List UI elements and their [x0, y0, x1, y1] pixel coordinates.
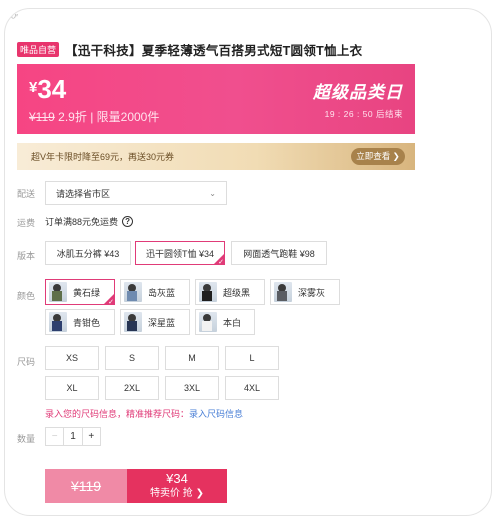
check-icon: ✓: [218, 259, 224, 266]
title-row: 唯品自营 【迅干科技】夏季轻薄透气百搭男式短T圆领T恤上衣: [17, 40, 363, 59]
version-option[interactable]: 冰肌五分裤 ¥43: [45, 241, 131, 265]
product-title: 【迅干科技】夏季轻薄透气百搭男式短T圆领T恤上衣: [65, 44, 363, 58]
version-label: 版本: [17, 251, 36, 261]
shirt-thumbnail: [124, 282, 142, 302]
shirt-thumbnail: [199, 312, 217, 332]
version-option-label: 冰肌五分裤 ¥43: [56, 248, 120, 259]
current-price: ¥34: [29, 74, 66, 105]
buy-label: 特卖价 抢 ❯: [150, 488, 204, 499]
color-option-selected[interactable]: 黄石绿 ✓: [45, 279, 115, 306]
version-option-label: 迅干圆领T恤 ¥34: [145, 248, 214, 259]
color-option-label: 本白: [223, 317, 242, 328]
color-option-label: 青钳色: [73, 317, 101, 328]
shirt-thumbnail: [274, 282, 292, 302]
product-card: ᵁ' 唯品自营 【迅干科技】夏季轻薄透气百搭男式短T圆领T恤上衣 ¥34 ¥11…: [4, 8, 492, 516]
top-mark: ᵁ': [11, 13, 18, 24]
color-option[interactable]: 超级黑: [195, 279, 265, 305]
version-option-selected[interactable]: 迅干圆领T恤 ¥34 ✓: [135, 241, 225, 266]
price-subline: ¥119 2.9折 | 限量2000件: [29, 110, 160, 124]
color-option-label: 深雾灰: [298, 287, 326, 298]
size-option[interactable]: 2XL: [105, 376, 159, 400]
region-placeholder: 请选择省市区: [56, 188, 111, 199]
buy-price: ¥34: [166, 471, 188, 486]
chevron-down-icon: ⌄: [209, 188, 216, 198]
color-option-label: 岛灰蓝: [148, 287, 176, 298]
quantity-stepper: − 1 +: [45, 427, 101, 446]
version-option[interactable]: 网面透气跑鞋 ¥98: [231, 241, 327, 265]
shirt-thumbnail: [199, 282, 217, 302]
color-option[interactable]: 本白: [195, 309, 255, 335]
coupon-bar[interactable]: 超V年卡限时降至69元，再送30元券 立即查看 ❯: [17, 143, 415, 170]
shipping-info: 订单满88元免运费 ?: [45, 215, 134, 228]
size-option[interactable]: XS: [45, 346, 99, 370]
event-title: 超级品类日: [313, 83, 403, 102]
shipping-label: 运费: [17, 218, 36, 228]
original-price-button[interactable]: ¥119: [45, 469, 127, 503]
price-banner: ¥34 ¥119 2.9折 | 限量2000件 超级品类日 19 : 26 : …: [17, 64, 415, 134]
color-option[interactable]: 深雾灰: [270, 279, 340, 305]
size-option[interactable]: 3XL: [165, 376, 219, 400]
view-now-button[interactable]: 立即查看 ❯: [351, 148, 405, 165]
shirt-thumbnail: [49, 282, 67, 302]
region-select[interactable]: 请选择省市区 ⌄: [45, 181, 227, 205]
decrement-button[interactable]: −: [46, 428, 65, 445]
delivery-label: 配送: [17, 189, 36, 199]
color-option-label: 深星蓝: [148, 317, 176, 328]
color-option[interactable]: 深星蓝: [120, 309, 190, 335]
limit-text: 限量2000件: [96, 110, 160, 124]
price-value: 34: [37, 74, 67, 104]
size-recommend-note: 录入您的尺码信息，精准推荐尺码：录入尺码信息: [45, 407, 243, 420]
size-option[interactable]: S: [105, 346, 159, 370]
increment-button[interactable]: +: [81, 428, 100, 445]
enter-size-link[interactable]: 录入尺码信息: [189, 409, 243, 419]
version-option-label: 网面透气跑鞋 ¥98: [243, 248, 315, 259]
shipping-text: 订单满88元免运费: [45, 217, 119, 227]
size-option[interactable]: 4XL: [225, 376, 279, 400]
check-icon: ✓: [108, 299, 114, 306]
size-option[interactable]: L: [225, 346, 279, 370]
self-operated-badge: 唯品自营: [17, 42, 60, 57]
color-option-label: 超级黑: [223, 287, 251, 298]
size-label: 尺码: [17, 357, 36, 367]
size-option[interactable]: XL: [45, 376, 99, 400]
coupon-text: 超V年卡限时降至69元，再送30元券: [31, 152, 175, 162]
size-option[interactable]: M: [165, 346, 219, 370]
color-option[interactable]: 青钳色: [45, 309, 115, 335]
quantity-label: 数量: [17, 434, 36, 444]
quantity-value[interactable]: 1: [64, 428, 81, 445]
help-icon[interactable]: ?: [122, 216, 134, 227]
size-note-text: 录入您的尺码信息，精准推荐尺码：: [45, 409, 190, 419]
discount-text: 2.9折: [58, 110, 87, 124]
color-option-label: 黄石绿: [73, 287, 101, 298]
original-price: ¥119: [29, 110, 55, 124]
countdown-timer: 19 : 26 : 50 后结束: [324, 109, 403, 119]
color-option[interactable]: 岛灰蓝: [120, 279, 190, 305]
color-label: 颜色: [17, 291, 36, 301]
shirt-thumbnail: [124, 312, 142, 332]
buy-now-button[interactable]: ¥34 特卖价 抢 ❯: [127, 469, 227, 503]
shirt-thumbnail: [49, 312, 67, 332]
